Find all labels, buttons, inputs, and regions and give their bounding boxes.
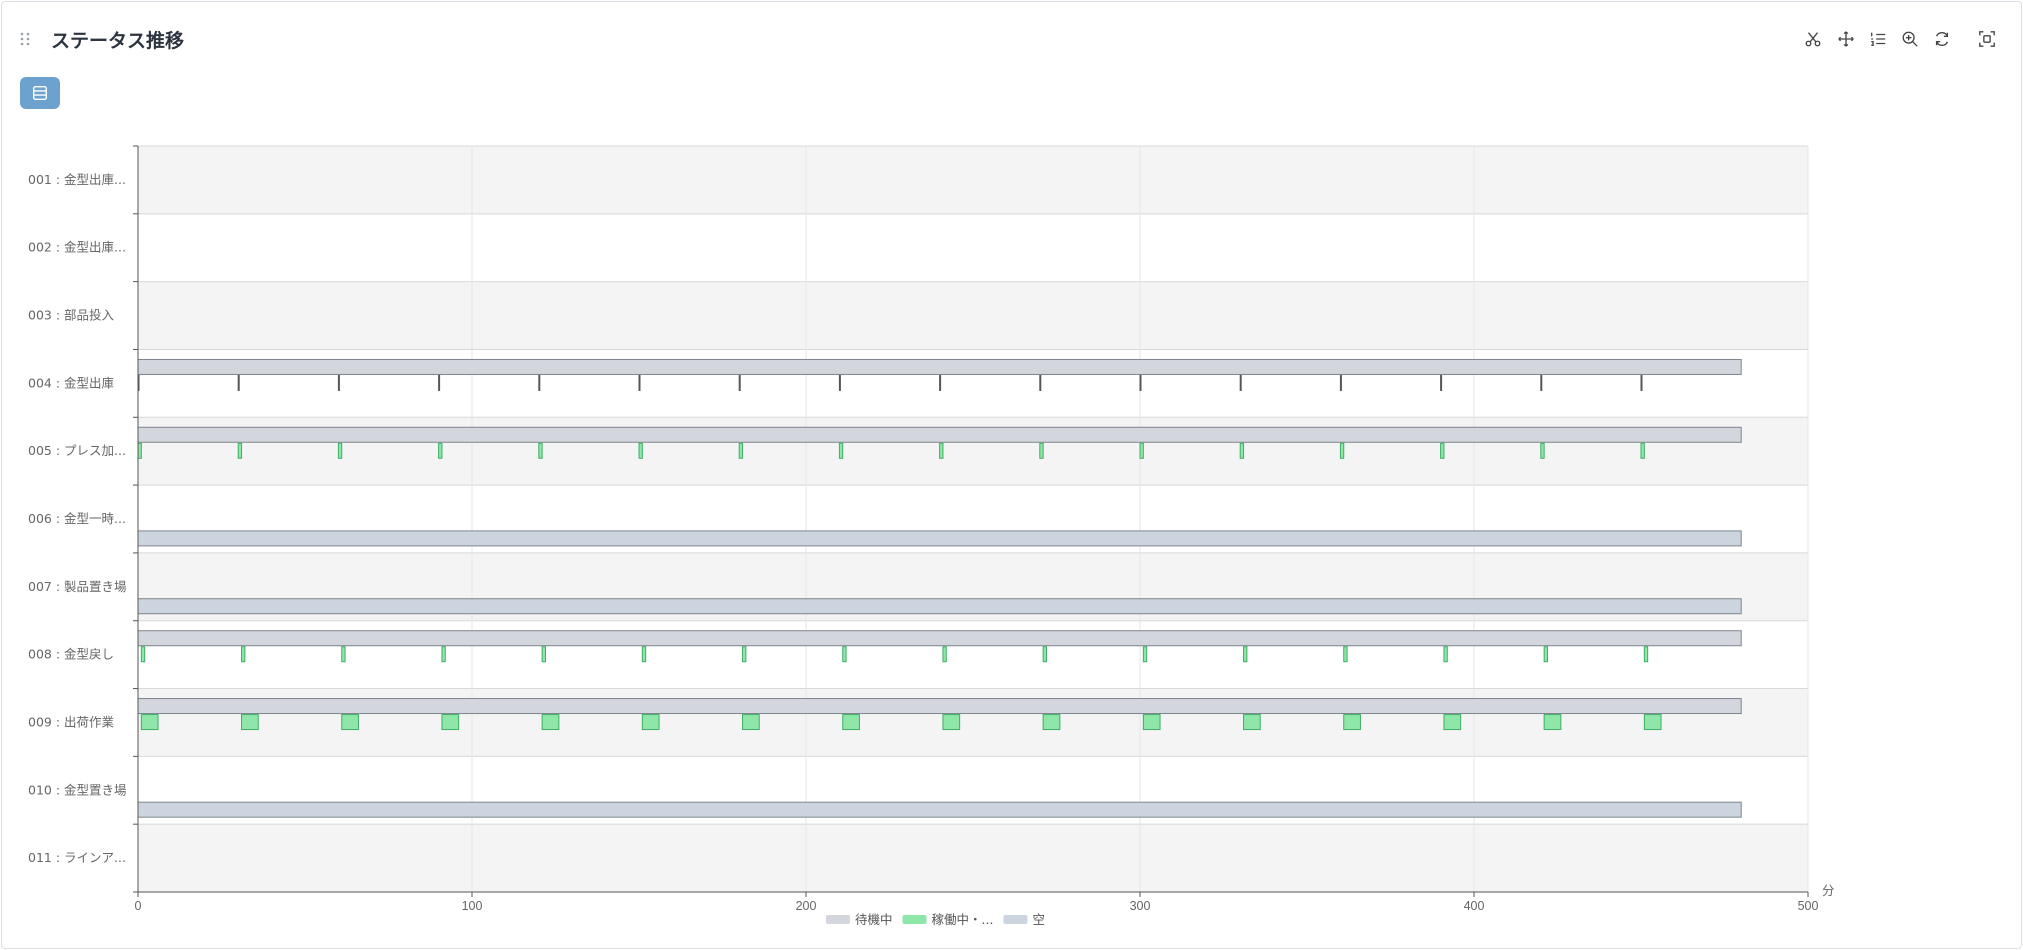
waiting-bar[interactable]: [137, 630, 1742, 647]
working-bar[interactable]: [742, 646, 747, 663]
working-bar[interactable]: [1440, 442, 1445, 459]
x-tick-label: 400: [1464, 899, 1485, 913]
working-bar[interactable]: [738, 374, 741, 391]
working-bar[interactable]: [1239, 442, 1245, 459]
working-bar[interactable]: [939, 442, 944, 459]
working-bar[interactable]: [838, 442, 844, 459]
working-bar[interactable]: [438, 374, 441, 391]
x-tick-label: 0: [135, 899, 142, 913]
status-timeline-chart: 001 : 金型出庫... 002 : 金型出庫... 003 : 部品投入 004 …: [28, 145, 1835, 927]
y-tick-label: 011 : ラインア...: [28, 850, 126, 865]
legend-label-working[interactable]: 稼働中・...: [932, 912, 994, 927]
empty-bar[interactable]: [137, 801, 1742, 818]
working-bar[interactable]: [641, 714, 660, 731]
working-bar[interactable]: [1540, 374, 1543, 391]
working-bar[interactable]: [237, 374, 240, 391]
working-bar[interactable]: [441, 646, 446, 663]
working-bar[interactable]: [1443, 714, 1462, 731]
working-bar[interactable]: [337, 442, 343, 459]
working-bar[interactable]: [438, 442, 443, 459]
working-bar[interactable]: [1443, 646, 1448, 663]
working-bar[interactable]: [140, 714, 159, 731]
working-bar[interactable]: [1243, 646, 1248, 663]
waiting-bar[interactable]: [137, 698, 1742, 715]
working-bar[interactable]: [1643, 714, 1662, 731]
x-tick-label: 100: [462, 899, 483, 913]
x-tick-label: 300: [1130, 899, 1151, 913]
working-bar[interactable]: [838, 374, 841, 391]
working-bar[interactable]: [638, 442, 643, 459]
working-bar[interactable]: [1039, 374, 1042, 391]
working-bar[interactable]: [942, 714, 961, 731]
legend-label-empty[interactable]: 空: [1032, 912, 1045, 927]
working-bar[interactable]: [341, 646, 346, 663]
working-bar[interactable]: [538, 374, 541, 391]
working-bar[interactable]: [1042, 714, 1061, 731]
working-bar[interactable]: [1042, 646, 1047, 663]
working-bar[interactable]: [1239, 374, 1242, 391]
working-bar[interactable]: [337, 374, 340, 391]
working-bar[interactable]: [241, 646, 246, 663]
empty-bar[interactable]: [137, 598, 1742, 615]
y-tick-label: 009 : 出荷作業: [28, 714, 115, 729]
y-tick-label: 004 : 金型出庫: [28, 375, 114, 390]
y-tick-label: 008 : 金型戻し: [28, 647, 114, 662]
working-bar[interactable]: [137, 442, 142, 459]
working-bar[interactable]: [1343, 714, 1361, 731]
x-tick-label: 200: [796, 899, 817, 913]
working-bar[interactable]: [1343, 646, 1348, 663]
x-axis-label: 分: [1822, 884, 1835, 898]
y-tick-label: 003 : 部品投入: [28, 308, 115, 323]
y-tick-label: 006 : 金型一時...: [28, 511, 126, 526]
working-bar[interactable]: [1339, 442, 1345, 459]
row-band: [138, 824, 1808, 892]
working-bar[interactable]: [1543, 714, 1562, 731]
working-bar[interactable]: [1243, 714, 1261, 731]
working-bar[interactable]: [1339, 374, 1342, 391]
working-bar[interactable]: [1543, 646, 1548, 663]
working-bar[interactable]: [1139, 374, 1142, 391]
working-bar[interactable]: [341, 714, 359, 731]
y-tick-label: 001 : 金型出庫...: [28, 172, 126, 187]
working-bar[interactable]: [1640, 374, 1643, 391]
working-bar[interactable]: [1540, 442, 1545, 459]
row-band: [138, 213, 1808, 282]
working-bar[interactable]: [842, 646, 847, 663]
y-tick-label: 007 : 製品置き場: [28, 579, 127, 594]
working-bar[interactable]: [942, 646, 947, 663]
working-bar[interactable]: [638, 374, 641, 391]
working-bar[interactable]: [1640, 442, 1645, 459]
working-bar[interactable]: [541, 714, 560, 731]
row-band: [138, 146, 1808, 214]
working-bar[interactable]: [1142, 646, 1148, 663]
working-bar[interactable]: [1142, 714, 1161, 731]
working-bar[interactable]: [842, 714, 860, 731]
working-bar[interactable]: [538, 442, 543, 459]
working-bar[interactable]: [441, 714, 460, 731]
legend-swatch-empty[interactable]: [1003, 915, 1028, 924]
empty-bar[interactable]: [137, 530, 1742, 547]
working-bar[interactable]: [1643, 646, 1649, 663]
working-bar[interactable]: [237, 442, 243, 459]
y-tick-label: 010 : 金型置き場: [28, 782, 127, 797]
row-band: [138, 281, 1808, 350]
working-bar[interactable]: [241, 714, 259, 731]
working-bar[interactable]: [641, 646, 647, 663]
working-bar[interactable]: [1440, 374, 1443, 391]
y-tick-label: 005 : プレス加...: [28, 443, 126, 458]
working-bar[interactable]: [541, 646, 546, 663]
working-bar[interactable]: [939, 374, 942, 391]
waiting-bar[interactable]: [137, 358, 1742, 375]
working-bar[interactable]: [742, 714, 760, 731]
waiting-bar[interactable]: [137, 426, 1742, 443]
working-bar[interactable]: [1039, 442, 1044, 459]
legend-swatch-working[interactable]: [902, 915, 927, 924]
legend-label-waiting[interactable]: 待機中: [855, 912, 893, 927]
working-bar[interactable]: [1139, 442, 1144, 459]
y-tick-label: 002 : 金型出庫...: [28, 240, 126, 255]
legend-swatch-waiting[interactable]: [826, 915, 850, 924]
working-bar[interactable]: [140, 646, 146, 663]
x-tick-label: 500: [1798, 899, 1819, 913]
working-bar[interactable]: [738, 442, 744, 459]
